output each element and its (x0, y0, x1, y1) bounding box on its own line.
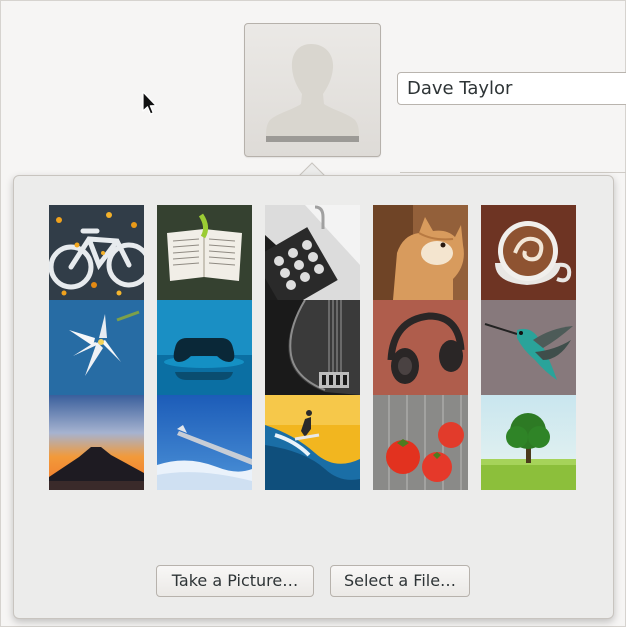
avatar-tile-surfer[interactable] (265, 395, 360, 490)
take-picture-button[interactable]: Take a Picture… (156, 565, 314, 597)
avatar-tile-mountain[interactable] (49, 395, 144, 490)
mouse-pointer-icon (142, 91, 157, 115)
avatar-tile-tomatoes[interactable] (373, 395, 468, 490)
background-field-edge (400, 172, 626, 173)
avatar-tile-gamepad[interactable] (157, 300, 252, 395)
avatar-tile-cat[interactable] (373, 205, 468, 300)
avatar-tile-guitar[interactable] (265, 300, 360, 395)
avatar-tile-book[interactable] (157, 205, 252, 300)
avatar-chooser-popover: Take a Picture… Select a File… (13, 175, 614, 619)
avatar-tile-headphones[interactable] (373, 300, 468, 395)
default-avatar-icon (266, 44, 359, 142)
avatar-tile-tree[interactable] (481, 395, 576, 490)
select-file-button[interactable]: Select a File… (330, 565, 470, 597)
avatar-tile-calculator[interactable] (265, 205, 360, 300)
avatar-tile-plane[interactable] (157, 395, 252, 490)
full-name-input[interactable]: Dave Taylor (397, 72, 626, 105)
avatar-grid (49, 205, 576, 490)
popover-arrow (299, 162, 325, 176)
avatar-tile-bicycle[interactable] (49, 205, 144, 300)
avatar-tile-flower[interactable] (49, 300, 144, 395)
avatar-tile-hummingbird[interactable] (481, 300, 576, 395)
avatar-button[interactable] (244, 23, 381, 157)
avatar-tile-coffee[interactable] (481, 205, 576, 300)
